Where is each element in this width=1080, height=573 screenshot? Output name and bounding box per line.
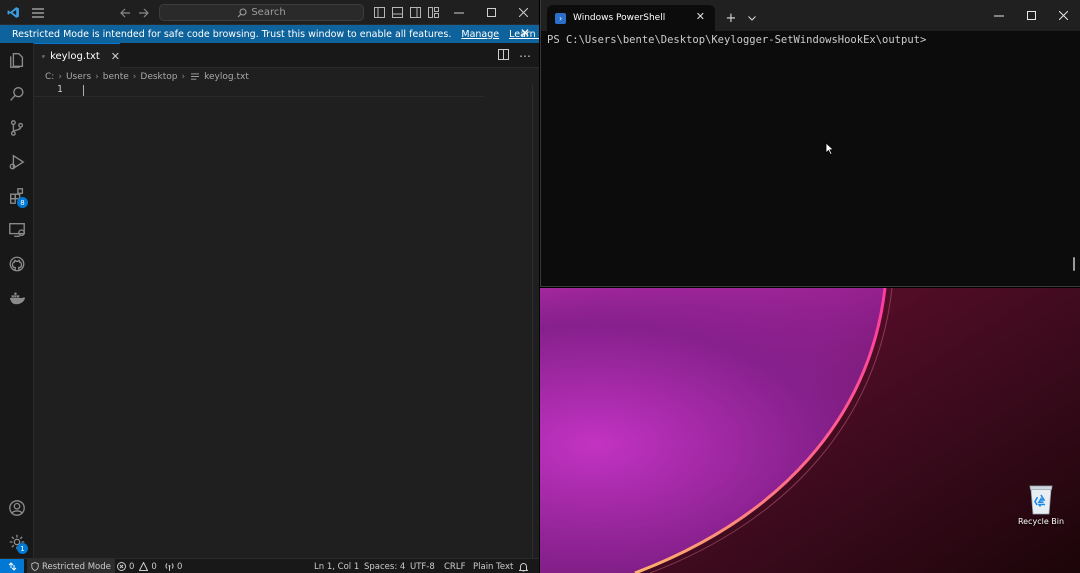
menu-icon[interactable] <box>30 0 46 25</box>
toggle-secondary-sidebar-icon[interactable] <box>408 0 422 25</box>
activity-bar: 8 1 <box>0 43 34 558</box>
desktop-background: Recycle Bin <box>540 288 1080 573</box>
run-debug-icon[interactable] <box>0 145 34 179</box>
eol-status[interactable]: CRLF <box>444 559 465 573</box>
warning-icon <box>139 562 149 571</box>
line-number: 1 <box>57 84 63 95</box>
command-center-search[interactable]: Search <box>159 4 364 21</box>
source-control-icon[interactable] <box>0 111 34 145</box>
terminal-tab-title: Windows PowerShell <box>573 13 666 23</box>
breadcrumb: C: › Users › bente › Desktop › keylog.tx… <box>45 70 249 83</box>
tab-windows-powershell[interactable]: › Windows PowerShell ✕ <box>547 5 715 31</box>
warning-count: 0 <box>151 561 157 572</box>
search-placeholder: Search <box>251 7 286 18</box>
close-banner-icon[interactable]: ✕ <box>520 26 530 40</box>
breadcrumb-item[interactable]: bente <box>103 72 129 82</box>
vscode-logo-icon <box>4 0 22 25</box>
indentation-status[interactable]: Spaces: 4 <box>364 559 405 573</box>
editor-area: keylog.txt ✕ ⋯ C: › Users › bente › Desk… <box>34 43 539 558</box>
terminal-window: › Windows PowerShell ✕ + PS C:\Users\ben… <box>540 0 1080 287</box>
customize-layout-icon[interactable] <box>426 0 440 25</box>
remote-indicator-icon[interactable] <box>0 559 24 573</box>
back-arrow-icon[interactable] <box>117 0 133 25</box>
restricted-mode-banner: Restricted Mode is intended for safe cod… <box>0 25 539 43</box>
breadcrumb-item[interactable]: C: <box>45 72 54 82</box>
editor-scrollbar[interactable] <box>532 84 533 558</box>
wallpaper <box>540 288 1080 573</box>
editor-actions: ⋯ <box>498 43 531 68</box>
tab-label: keylog.txt <box>50 50 100 62</box>
extensions-badge: 8 <box>17 197 28 208</box>
terminal-scrollbar[interactable] <box>1073 257 1075 271</box>
shield-icon <box>31 562 39 571</box>
error-icon <box>117 562 126 571</box>
minimize-icon[interactable] <box>451 0 467 25</box>
vscode-titlebar: Search <box>0 0 539 25</box>
settings-badge: 1 <box>17 543 28 554</box>
extensions-icon[interactable]: 8 <box>0 179 34 213</box>
ports-count: 0 <box>177 561 183 572</box>
tab-keylog-txt[interactable]: keylog.txt ✕ <box>34 43 120 68</box>
search-icon <box>237 7 247 17</box>
toggle-panel-icon[interactable] <box>390 0 404 25</box>
restricted-mode-status[interactable]: Restricted Mode <box>27 559 115 573</box>
accounts-icon[interactable] <box>0 491 34 525</box>
github-icon[interactable] <box>0 247 34 281</box>
breadcrumb-chevron-icon: › <box>58 71 62 82</box>
breadcrumb-chevron-icon: › <box>132 71 137 82</box>
forward-arrow-icon[interactable] <box>135 0 151 25</box>
powershell-icon: › <box>555 12 566 24</box>
broadcast-icon <box>165 563 174 571</box>
docker-icon[interactable] <box>0 281 34 315</box>
explorer-icon[interactable] <box>0 43 34 77</box>
problems-status[interactable]: 0 0 <box>117 559 157 573</box>
minimize-icon[interactable] <box>981 0 1017 31</box>
recycle-bin-label: Recycle Bin <box>1017 517 1065 526</box>
manage-link[interactable]: Manage <box>461 29 499 40</box>
text-file-icon <box>42 54 46 58</box>
maximize-icon[interactable] <box>1013 0 1049 31</box>
toggle-primary-sidebar-icon[interactable] <box>372 0 386 25</box>
breadcrumb-item[interactable]: Desktop <box>140 72 177 82</box>
ports-status[interactable]: 0 <box>165 559 182 573</box>
manage-gear-icon[interactable]: 1 <box>0 525 34 559</box>
split-editor-icon[interactable] <box>498 48 509 63</box>
new-tab-icon[interactable]: + <box>723 5 739 31</box>
breadcrumb-item[interactable]: keylog.txt <box>204 72 249 82</box>
encoding-status[interactable]: UTF-8 <box>410 559 435 573</box>
close-window-icon[interactable] <box>515 0 531 25</box>
mouse-pointer-icon <box>825 142 835 156</box>
restricted-mode-label: Restricted Mode <box>42 561 111 572</box>
breadcrumb-chevron-icon: › <box>95 71 99 82</box>
breadcrumb-item[interactable]: Users <box>66 72 91 82</box>
editor-line[interactable]: 1 <box>34 84 484 97</box>
recycle-bin[interactable]: Recycle Bin <box>1018 483 1064 526</box>
status-bar: Restricted Mode 0 0 0 Ln 1, Col 1 Spaces… <box>0 558 539 573</box>
language-mode-status[interactable]: Plain Text <box>473 559 513 573</box>
text-file-icon <box>191 72 200 80</box>
close-window-icon[interactable] <box>1045 0 1080 31</box>
vscode-window: Search Restricted Mode is intended for s… <box>0 0 539 573</box>
terminal-prompt[interactable]: PS C:\Users\bente\Desktop\Keylogger-SetW… <box>547 34 926 46</box>
cursor-position-status[interactable]: Ln 1, Col 1 <box>314 559 359 573</box>
dropdown-chevron-icon[interactable] <box>744 5 760 31</box>
search-icon[interactable] <box>0 77 34 111</box>
terminal-tab-bar: › Windows PowerShell ✕ + <box>541 0 1080 31</box>
error-count: 0 <box>129 561 135 572</box>
remote-explorer-icon[interactable] <box>0 213 34 247</box>
breadcrumb-chevron-icon: › <box>181 71 186 82</box>
recycle-bin-icon <box>1029 485 1053 515</box>
close-tab-icon[interactable]: ✕ <box>111 50 120 63</box>
editor-tabs: keylog.txt ✕ ⋯ <box>34 43 539 68</box>
maximize-icon[interactable] <box>483 0 499 25</box>
banner-text: Restricted Mode is intended for safe cod… <box>12 28 452 40</box>
notifications-bell-icon[interactable] <box>519 559 528 573</box>
close-tab-icon[interactable]: ✕ <box>696 10 705 23</box>
more-actions-icon[interactable]: ⋯ <box>519 49 531 63</box>
text-cursor <box>83 85 84 96</box>
